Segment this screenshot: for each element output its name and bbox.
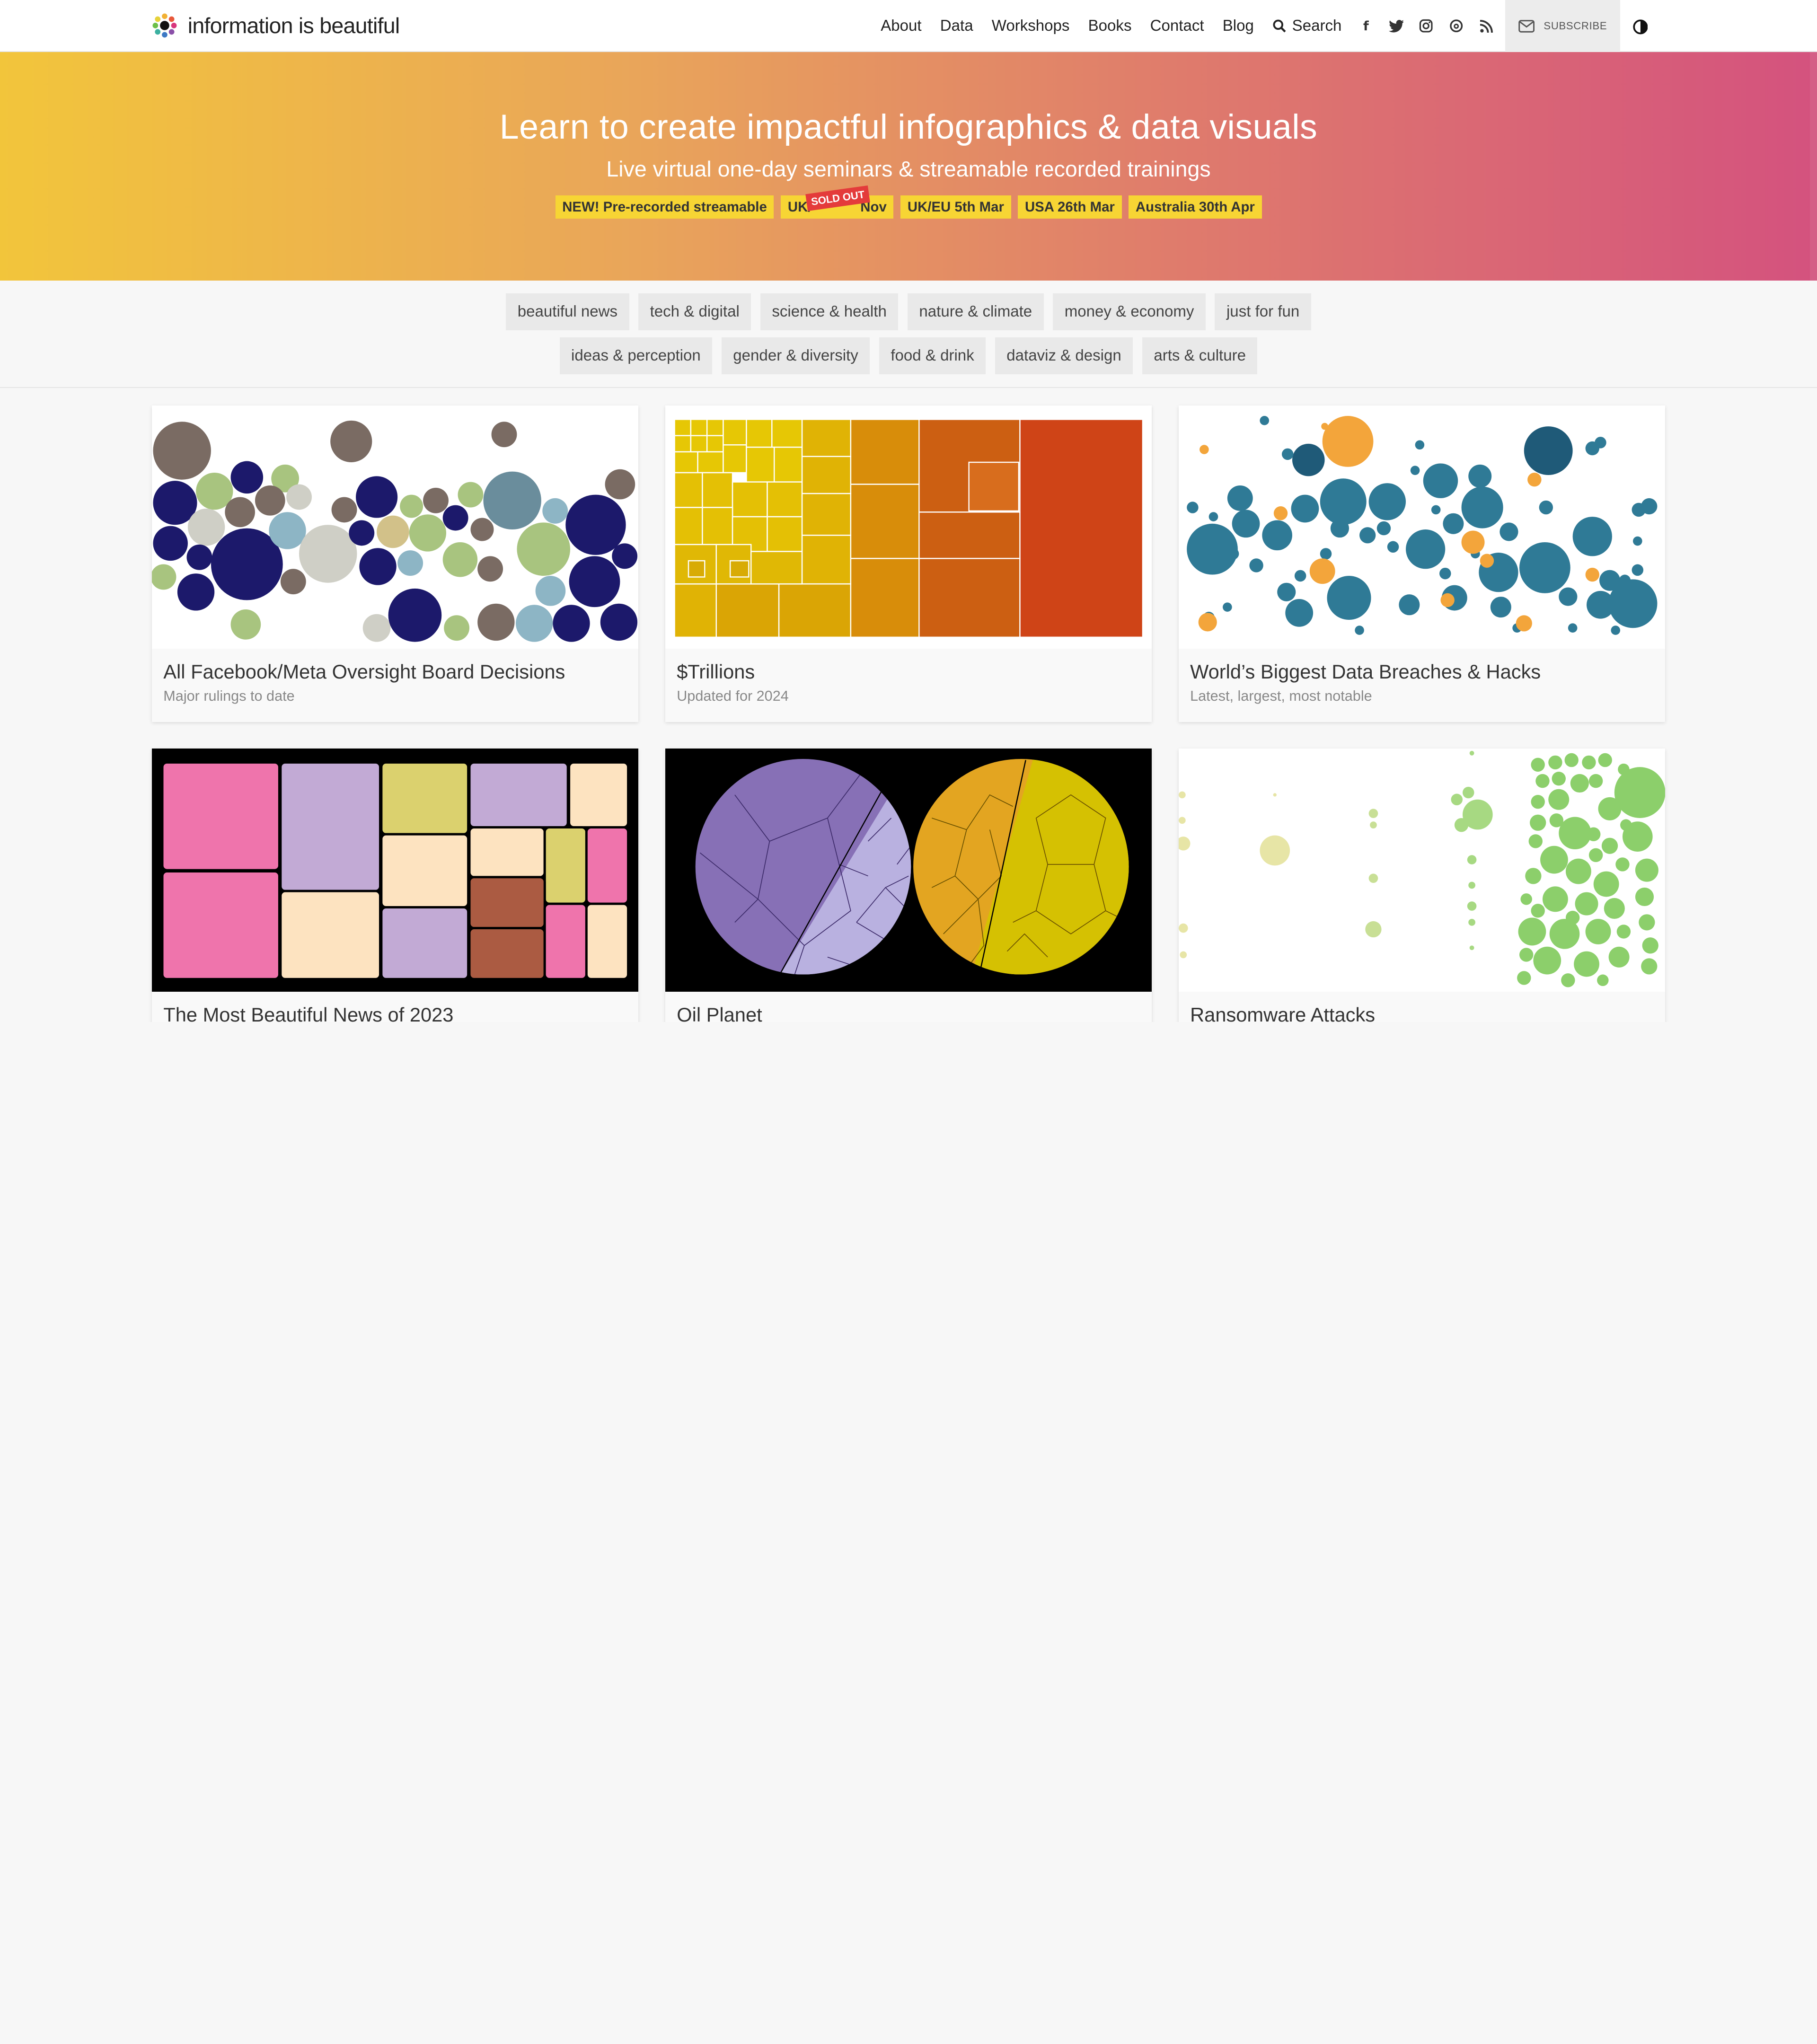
tag-gender-diversity[interactable]: gender & diversity [721, 337, 870, 374]
card-thumbnail [1178, 749, 1666, 992]
tag-food-drink[interactable]: food & drink [879, 337, 986, 374]
main-nav: About Data Workshops Books Contact Blog … [881, 0, 1513, 52]
tag-nature-climate[interactable]: nature & climate [907, 293, 1044, 330]
threads-icon[interactable] [1448, 18, 1464, 34]
card-thumbnail [151, 749, 639, 992]
badge-streamable[interactable]: NEW! Pre-recorded streamable [555, 195, 774, 219]
card-ransomware-attacks[interactable]: Ransomware Attacks [1178, 749, 1666, 1022]
tag-just-for-fun[interactable]: just for fun [1215, 293, 1311, 330]
category-row: beautiful news tech & digital science & … [0, 293, 1817, 330]
card-title: World’s Biggest Data Breaches & Hacks [1190, 660, 1541, 683]
dark-mode-toggle-icon[interactable] [1633, 18, 1648, 35]
tag-tech-digital[interactable]: tech & digital [638, 293, 751, 330]
logo-icon [152, 13, 177, 38]
page: information is beautiful About Data Work… [0, 0, 1817, 1022]
card-title: $Trillions [677, 660, 755, 683]
subscribe-button[interactable]: SUBSCRIBE [1505, 0, 1620, 53]
workshop-dates: NEW! Pre-recorded streamable UK/Nov SOLD… [0, 185, 1817, 219]
logo[interactable]: information is beautiful [152, 13, 400, 38]
card-subtitle: Updated for 2024 [677, 687, 789, 704]
banner-subtitle: Live virtual one-day seminars & streamab… [606, 156, 1211, 181]
card-data-breaches[interactable]: World’s Biggest Data Breaches & Hacks La… [1178, 405, 1666, 722]
logo-text: information is beautiful [187, 13, 400, 38]
category-filters: beautiful news tech & digital science & … [0, 281, 1817, 388]
card-thumbnail [665, 749, 1152, 992]
mail-icon [1518, 19, 1535, 33]
banner-title: Learn to create impactful infographics &… [499, 107, 1318, 147]
tag-ideas-perception[interactable]: ideas & perception [559, 337, 713, 374]
nav-data[interactable]: Data [940, 17, 973, 35]
facebook-icon[interactable]: f [1358, 18, 1374, 34]
card-title: The Most Beautiful News of 2023 [163, 1003, 454, 1022]
card-subtitle: Major rulings to date [163, 687, 295, 704]
scrollbar[interactable] [1810, 52, 1817, 281]
card-thumbnail [665, 405, 1152, 649]
nav-workshops[interactable]: Workshops [992, 17, 1070, 35]
social-links: f [1358, 18, 1495, 34]
card-beautiful-news-2023[interactable]: The Most Beautiful News of 2023 [151, 749, 639, 1022]
card-oil-planet[interactable]: Oil Planet [665, 749, 1152, 1022]
card-title: Oil Planet [677, 1003, 762, 1022]
card-subtitle: Latest, largest, most notable [1190, 687, 1372, 704]
twitter-icon[interactable] [1388, 18, 1404, 34]
tag-money-economy[interactable]: money & economy [1053, 293, 1206, 330]
card-thumbnail [1178, 405, 1666, 649]
badge-usa[interactable]: USA 26th Mar [1018, 195, 1122, 219]
search-label: Search [1292, 17, 1342, 35]
subscribe-label: SUBSCRIBE [1544, 20, 1607, 32]
instagram-icon[interactable] [1418, 18, 1434, 34]
badge-uk-nov[interactable]: UK/Nov SOLD OUT [781, 185, 894, 219]
badge-australia[interactable]: Australia 30th Apr [1129, 195, 1262, 219]
tag-beautiful-news[interactable]: beautiful news [506, 293, 629, 330]
tag-science-health[interactable]: science & health [760, 293, 899, 330]
nav-blog[interactable]: Blog [1223, 17, 1254, 35]
rss-icon[interactable] [1478, 18, 1494, 34]
card-thumbnail [151, 405, 639, 649]
workshop-banner[interactable]: Learn to create impactful infographics &… [0, 52, 1817, 281]
tag-dataviz-design[interactable]: dataviz & design [995, 337, 1133, 374]
card-title: All Facebook/Meta Oversight Board Decisi… [163, 660, 565, 683]
nav-about[interactable]: About [881, 17, 921, 35]
card-facebook-oversight[interactable]: All Facebook/Meta Oversight Board Decisi… [151, 405, 639, 722]
search-button[interactable]: Search [1272, 17, 1341, 35]
site-header: information is beautiful About Data Work… [0, 0, 1817, 53]
tag-arts-culture[interactable]: arts & culture [1142, 337, 1258, 374]
nav-books[interactable]: Books [1088, 17, 1132, 35]
nav-contact[interactable]: Contact [1150, 17, 1204, 35]
badge-uk-eu[interactable]: UK/EU 5th Mar [900, 195, 1011, 219]
search-icon [1273, 19, 1286, 33]
card-trillions[interactable]: $Trillions Updated for 2024 [665, 405, 1152, 722]
card-title: Ransomware Attacks [1190, 1003, 1376, 1022]
category-row: ideas & perception gender & diversity fo… [0, 337, 1817, 374]
